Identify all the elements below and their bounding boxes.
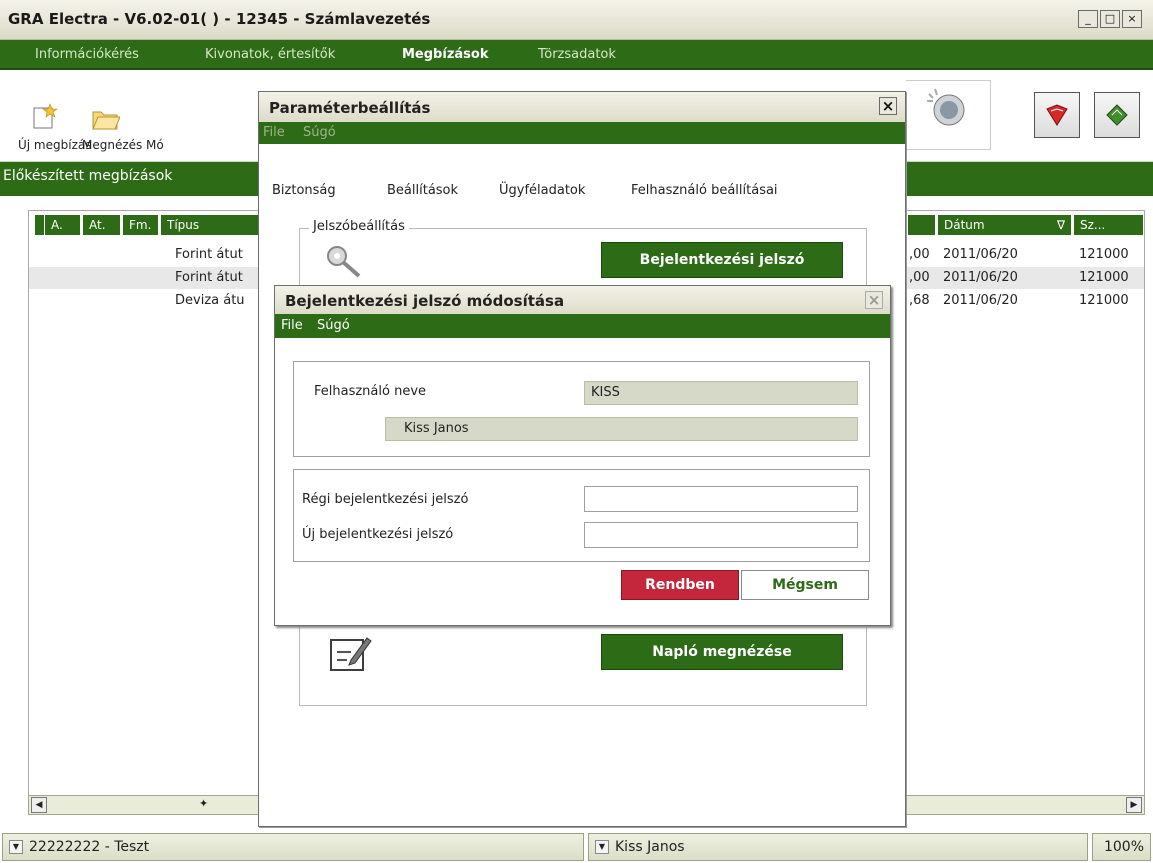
user-selector[interactable]: ▼ Kiss Janos (588, 833, 1088, 861)
username-value: KISS (584, 381, 858, 405)
row-amount: ,00 (909, 247, 930, 262)
grid-header-fm[interactable]: Fm. (123, 215, 159, 235)
zoom-level: 100% (1092, 833, 1151, 861)
dialog-title: Bejelentkezési jelszó módosítása (285, 292, 565, 310)
username-label: Felhasználó neve (314, 384, 427, 399)
section-title: Előkészített megbízások (3, 168, 173, 184)
grid-header-select[interactable] (35, 215, 45, 235)
new-password-input[interactable] (584, 522, 858, 548)
ok-button[interactable]: Rendben (621, 570, 739, 600)
logbook-icon (330, 637, 372, 671)
book-red-button[interactable] (1034, 92, 1080, 138)
modify-button[interactable]: Mó (146, 138, 164, 152)
grid-header-amount[interactable] (908, 215, 936, 235)
dialog-menu: File Súgó (275, 314, 890, 338)
scroll-thumb-icon[interactable]: ✦ (199, 797, 208, 810)
dialog-menu: File Súgó (259, 122, 905, 144)
new-password-label: Új bejelentkezési jelszó (302, 527, 454, 542)
row-date: 2011/06/20 (943, 293, 1018, 308)
dialog-title: Paraméterbeállítás (269, 99, 431, 117)
folder-icon[interactable] (90, 102, 120, 132)
row-num: 121000 (1079, 270, 1129, 285)
user-value: Kiss Janos (615, 839, 685, 855)
dialog-menu-sugo[interactable]: Súgó (303, 125, 336, 140)
row-num: 121000 (1079, 293, 1129, 308)
book-green-button[interactable] (1094, 92, 1140, 138)
dialog-close-button[interactable]: × (865, 291, 883, 309)
grid-header-sz[interactable]: Sz... (1074, 215, 1144, 235)
tab-ugyfeladatok[interactable]: Ügyféladatok (499, 183, 585, 198)
status-bar: ▼ 22222222 - Teszt ▼ Kiss Janos 100% (0, 830, 1153, 863)
old-password-input[interactable] (584, 486, 858, 512)
new-order-button[interactable]: Új megbízás (18, 138, 91, 152)
dropdown-arrow-icon: ▼ (595, 840, 609, 854)
tab-beallitasok[interactable]: Beállítások (387, 183, 458, 198)
scroll-left-icon[interactable]: ◀ (31, 797, 47, 813)
tab-felhasznalo-beallitasai[interactable]: Felhasználó beállításai (631, 183, 778, 198)
key-icon (327, 246, 361, 278)
password-group: Régi bejelentkezési jelszó Új bejelentke… (293, 469, 870, 562)
login-password-change-dialog: Bejelentkezési jelszó módosítása × File … (274, 285, 891, 626)
dialog-menu-sugo[interactable]: Súgó (317, 318, 350, 333)
exit-icon[interactable] (925, 86, 969, 130)
password-settings-legend: Jelszóbeállítás (309, 219, 409, 234)
account-value: 22222222 - Teszt (29, 839, 150, 855)
menu-item-torzsadatok[interactable]: Törzsadatok (538, 47, 616, 62)
grid-header-datum-label: Dátum (944, 218, 985, 232)
grid-header-a[interactable]: A. (45, 215, 81, 235)
tab-biztonsag[interactable]: Biztonság (272, 183, 336, 198)
login-password-button[interactable]: Bejelentkezési jelszó (601, 242, 843, 278)
dialog-titlebar: Paraméterbeállítás × (259, 92, 905, 122)
window-title: GRA Electra - V6.02-01( ) - 12345 - Szám… (8, 10, 431, 28)
account-selector[interactable]: ▼ 22222222 - Teszt (2, 833, 584, 861)
row-amount: ,00 (909, 270, 930, 285)
fullname-value: Kiss Janos (385, 417, 858, 441)
row-type: Deviza átu (175, 293, 245, 308)
menu-item-megbizasok[interactable]: Megbízások (402, 47, 488, 62)
user-info-group: Felhasználó neve KISS Kiss Janos (293, 361, 870, 457)
grid-header-tipus[interactable]: Típus (161, 215, 259, 235)
scroll-right-icon[interactable]: ▶ (1126, 797, 1142, 813)
row-date: 2011/06/20 (943, 270, 1018, 285)
cancel-button[interactable]: Mégsem (741, 570, 869, 600)
dialog-menu-file[interactable]: File (263, 125, 285, 140)
book-red-icon (1046, 104, 1068, 126)
grid-header-datum[interactable]: Dátum ∇ (938, 215, 1072, 235)
grid-header-at[interactable]: At. (83, 215, 121, 235)
main-menu: Információkérés Kivonatok, értesítők Meg… (0, 40, 1153, 70)
dialog-titlebar: Bejelentkezési jelszó módosítása × (275, 286, 890, 314)
book-green-icon (1106, 104, 1128, 126)
new-document-icon[interactable] (30, 102, 60, 132)
old-password-label: Régi bejelentkezési jelszó (302, 492, 469, 507)
window-titlebar: GRA Electra - V6.02-01( ) - 12345 - Szám… (0, 0, 1153, 40)
sort-desc-icon: ∇ (1056, 218, 1065, 232)
menu-item-kivonatok[interactable]: Kivonatok, értesítők (205, 47, 335, 62)
minimize-button[interactable]: _ (1078, 10, 1098, 28)
view-button[interactable]: Megnézés (82, 138, 142, 152)
view-log-button[interactable]: Napló megnézése (601, 634, 843, 670)
dialog-close-button[interactable]: × (879, 97, 897, 115)
close-button[interactable]: × (1122, 10, 1142, 28)
row-type: Forint átut (175, 247, 243, 262)
row-date: 2011/06/20 (943, 247, 1018, 262)
row-type: Forint átut (175, 270, 243, 285)
menu-item-informaciokeres[interactable]: Információkérés (35, 47, 139, 62)
maximize-button[interactable]: □ (1100, 10, 1120, 28)
dropdown-arrow-icon: ▼ (9, 840, 23, 854)
row-num: 121000 (1079, 247, 1129, 262)
dialog-menu-file[interactable]: File (281, 318, 303, 333)
row-amount: ,68 (909, 293, 930, 308)
